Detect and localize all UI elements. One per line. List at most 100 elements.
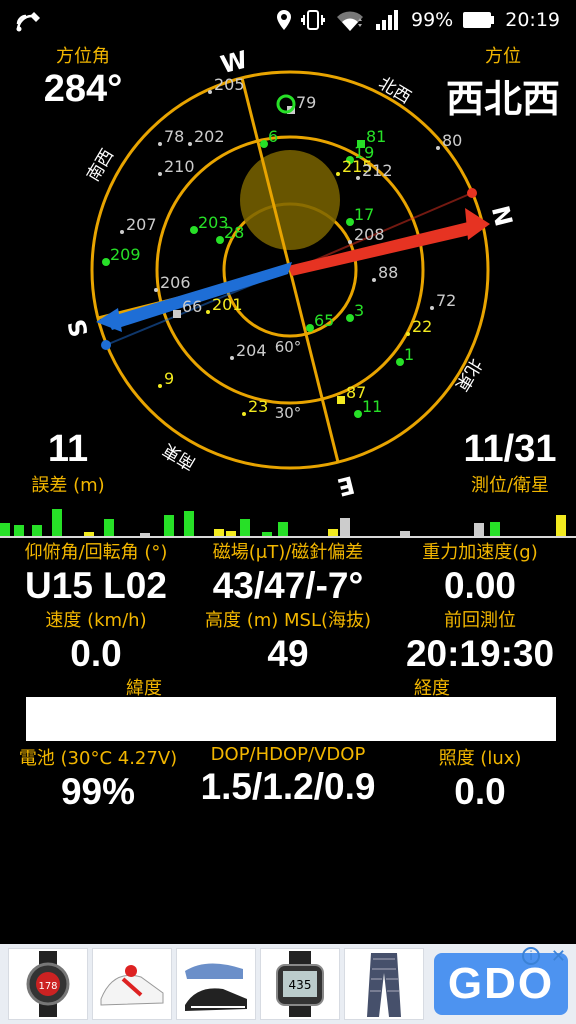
ring-label-30: 30° — [275, 404, 302, 422]
tilt-label: 仰俯角/回転角 (°) — [24, 542, 168, 563]
signal-bar — [52, 509, 62, 536]
battery-cell: 電池 (30°C 4.27V) 99% — [0, 744, 196, 814]
coordinates-box[interactable] — [26, 697, 556, 741]
satellite-label: 88 — [378, 263, 398, 282]
satellite-label: 65 — [314, 311, 334, 330]
satellite-209: 209 — [102, 245, 141, 266]
signal-bar — [214, 529, 224, 536]
satellite-label: 66 — [182, 297, 202, 316]
ad-info-icon[interactable]: i — [522, 947, 540, 965]
satellite-78: 78 — [158, 127, 184, 146]
satellite-label: 207 — [126, 215, 157, 234]
satellite-88: 88 — [372, 263, 398, 282]
gravity-cell: 重力加速度(g) 0.00 — [384, 538, 576, 608]
satellite-208: 208 — [348, 225, 385, 244]
satellite-marker — [396, 358, 404, 366]
ad-logo[interactable]: GDO — [433, 944, 569, 1024]
wifi-icon — [335, 9, 365, 31]
satellite-212: 212 — [356, 161, 393, 180]
ad-product-golf-pants[interactable] — [344, 948, 424, 1020]
south-arrow-icon — [106, 262, 292, 330]
vibrate-icon — [301, 10, 325, 30]
altitude-value: 49 — [267, 633, 309, 674]
signal-bar — [184, 511, 194, 536]
satellite-label: 22 — [412, 317, 432, 336]
satellite-marker — [216, 236, 224, 244]
satellite-label: 28 — [224, 223, 244, 242]
satellite-marker — [242, 412, 246, 416]
satellite-label: 9 — [164, 369, 174, 388]
satellite-72: 72 — [430, 291, 456, 310]
cardinal-s: S — [63, 316, 94, 340]
status-bar: 99% 20:19 — [0, 0, 576, 40]
satellite-marker — [154, 288, 158, 292]
satellite-17: 17 — [346, 205, 374, 226]
last-fix-label: 前回測位 — [444, 610, 516, 631]
satellite-201: 201 — [206, 295, 243, 314]
satellite-marker — [208, 90, 212, 94]
satellite-marker — [306, 324, 314, 332]
signal-bar — [340, 518, 350, 536]
ad-product-golf-gps-watch[interactable]: 178 — [8, 948, 88, 1020]
tilt-cell: 仰俯角/回転角 (°) U15 L02 — [0, 538, 192, 608]
cardinal-n: N — [486, 203, 518, 229]
satellite-marker — [346, 314, 354, 322]
satellite-label: 72 — [436, 291, 456, 310]
satellite-207: 207 — [120, 215, 157, 234]
lux-label: 照度 (lux) — [438, 748, 522, 769]
lux-value: 0.0 — [454, 771, 506, 812]
ad-product-golf-shoe-black[interactable] — [176, 948, 256, 1020]
sun-marker-icon — [240, 150, 340, 250]
satellite-label: 208 — [354, 225, 385, 244]
satellite-label: 79 — [296, 93, 316, 112]
satellite-23: 23 — [242, 397, 268, 416]
ad-banner[interactable]: 178 435 GDO i ✕ — [0, 944, 576, 1024]
satellite-marker — [436, 146, 440, 150]
satellite-label: 23 — [248, 397, 268, 416]
signal-bar — [14, 525, 24, 536]
battery-value: 99% — [60, 771, 136, 812]
satellite-label: 3 — [354, 301, 364, 320]
signal-bar — [474, 523, 484, 536]
signal-bar — [262, 532, 272, 536]
satellite-marker — [430, 306, 434, 310]
signal-bar — [556, 515, 566, 536]
altitude-cell: 高度 (m) MSL(海抜) 49 — [184, 606, 392, 676]
satellite-marker — [337, 396, 345, 404]
dop-cell: DOP/HDOP/VDOP 1.5/1.2/0.9 — [184, 744, 392, 809]
cardinal-w: W — [218, 45, 250, 79]
satellite-203: 203 — [190, 213, 229, 234]
sky-plot-compass[interactable]: W N S E 北西 南西 北東 南東 60° 30° 2057920278 6 8… — [60, 40, 520, 500]
satellite-label: 6 — [268, 127, 278, 146]
signal-bar — [140, 533, 150, 536]
satellite-65: 65 — [306, 311, 334, 332]
svg-text:435: 435 — [289, 978, 312, 992]
satellite-marker — [260, 140, 268, 148]
satellite-label: 11 — [362, 397, 382, 416]
speed-cell: 速度 (km/h) 0.0 — [0, 606, 192, 676]
dop-label: DOP/HDOP/VDOP — [210, 744, 366, 765]
intercardinal-ne: 北東 — [451, 355, 486, 394]
satellite-marker — [348, 240, 352, 244]
satellite-label: 209 — [110, 245, 141, 264]
signal-bar — [490, 522, 500, 536]
satellite-marker — [102, 258, 110, 266]
satellite-3: 3 — [346, 301, 364, 322]
signal-bar — [32, 525, 42, 536]
ad-product-golf-gps-watch-2[interactable]: 435 — [260, 948, 340, 1020]
signal-bar — [328, 529, 338, 536]
signal-bar — [226, 531, 236, 536]
signal-bar — [400, 531, 410, 536]
tilt-value: U15 L02 — [25, 565, 167, 606]
ad-product-golf-shoe-white[interactable] — [92, 948, 172, 1020]
signal-bar — [164, 515, 174, 536]
ad-close-icon[interactable]: ✕ — [551, 946, 566, 967]
lux-cell: 照度 (lux) 0.0 — [384, 744, 576, 814]
satellite-marker — [356, 176, 360, 180]
satellite-6: 6 — [260, 127, 278, 148]
satellite-label: 202 — [194, 127, 225, 146]
clock-time: 20:19 — [505, 9, 560, 31]
signal-bar — [0, 523, 10, 536]
ring-label-60: 60° — [275, 338, 302, 356]
speed-value: 0.0 — [70, 633, 122, 674]
